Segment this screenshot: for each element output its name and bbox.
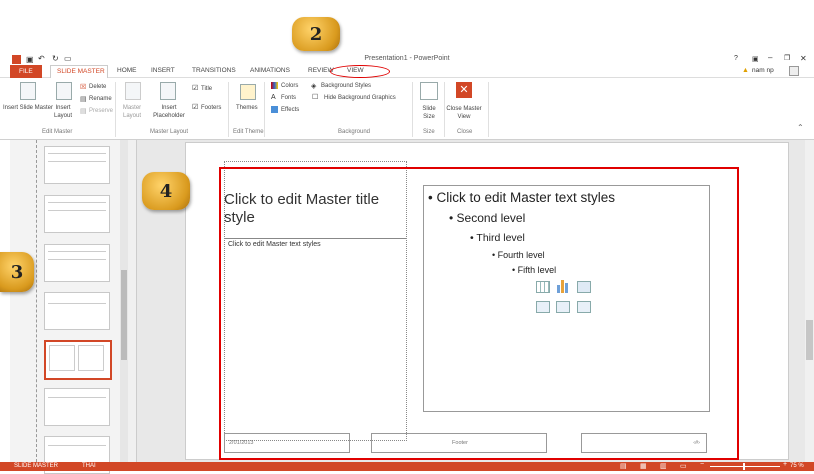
fonts-dropdown[interactable]: Fonts: [281, 95, 296, 101]
tab-slide-master[interactable]: SLIDE MASTER: [50, 65, 108, 78]
layout-thumbnail[interactable]: [44, 292, 110, 330]
rename-button[interactable]: Rename: [89, 96, 112, 102]
ribbon: Insert Slide Master Insert Layout ☒ Dele…: [0, 78, 814, 140]
delete-icon[interactable]: ☒: [80, 83, 86, 91]
zoom-slider-thumb[interactable]: [743, 463, 745, 470]
title-checkbox-label: Title: [201, 86, 213, 92]
ribbon-separator: [228, 82, 229, 137]
close-icon[interactable]: ✕: [800, 54, 807, 63]
footers-checkbox[interactable]: ☑: [192, 103, 198, 111]
collapse-ribbon-icon[interactable]: ⌃: [797, 123, 804, 132]
tab-home[interactable]: HOME: [117, 67, 137, 74]
insert-placeholder-button[interactable]: Insert Placeholder: [148, 104, 190, 120]
ribbon-tabs: FILE SLIDE MASTER HOME INSERT TRANSITION…: [0, 65, 814, 78]
title-checkbox[interactable]: ☑: [192, 84, 198, 92]
content-highlight-box: [219, 167, 739, 460]
group-background-label: Background: [338, 129, 371, 135]
group-master-layout-label: Master Layout: [150, 129, 189, 135]
footers-checkbox-label: Footers: [201, 105, 222, 111]
effects-icon[interactable]: [271, 106, 278, 113]
master-layout-button[interactable]: Master Layout: [117, 104, 147, 120]
hide-background-graphics-label: Hide Background Graphics: [324, 95, 396, 101]
tab-animations[interactable]: ANIMATIONS: [250, 67, 290, 74]
themes-icon[interactable]: [240, 84, 256, 100]
page-top-margin: [0, 0, 814, 55]
callout-badge: 4: [142, 172, 190, 210]
callout-badge: 3: [0, 252, 34, 292]
status-bar: SLIDE MASTER THAI ▤ ▦ ▥ ▭ − + 75 %: [0, 461, 814, 471]
layout-thumbnail[interactable]: [44, 195, 110, 233]
background-styles-dropdown[interactable]: Background Styles: [321, 83, 371, 89]
preserve-icon[interactable]: ▤: [80, 107, 87, 115]
colors-dropdown[interactable]: Colors: [281, 83, 298, 89]
splitter[interactable]: [128, 140, 137, 462]
vertical-scrollbar[interactable]: [805, 140, 814, 462]
thumbnail-tree-line: [36, 140, 37, 462]
group-size-label: Size: [423, 129, 435, 135]
slide-sorter-icon[interactable]: ▦: [640, 462, 647, 470]
help-button[interactable]: ?: [734, 55, 738, 62]
rename-icon[interactable]: ▤: [80, 95, 87, 103]
tab-file[interactable]: FILE: [10, 65, 42, 78]
colors-icon[interactable]: [271, 82, 278, 89]
user-name[interactable]: nam np: [752, 67, 774, 74]
zoom-out-icon[interactable]: −: [700, 461, 704, 468]
warning-icon: ▲: [742, 67, 749, 74]
preserve-button[interactable]: Preserve: [89, 108, 113, 114]
effects-dropdown[interactable]: Effects: [281, 107, 299, 113]
ribbon-separator: [444, 82, 445, 137]
delete-button[interactable]: Delete: [89, 84, 106, 90]
insert-slide-master-button[interactable]: Insert Slide Master: [2, 104, 54, 112]
slideshow-icon[interactable]: ▭: [680, 462, 687, 470]
close-master-view-button[interactable]: Close Master View: [446, 105, 482, 121]
ribbon-separator: [488, 82, 489, 137]
ribbon-separator: [264, 82, 265, 137]
language-label[interactable]: THAI: [82, 463, 96, 469]
group-edit-master-label: Edit Master: [42, 129, 73, 135]
ribbon-display-options-icon[interactable]: ▣: [752, 55, 759, 63]
insert-placeholder-icon[interactable]: [160, 82, 176, 100]
layout-thumbnail[interactable]: [44, 146, 110, 184]
zoom-in-icon[interactable]: +: [783, 461, 787, 468]
tab-transitions[interactable]: TRANSITIONS: [192, 67, 236, 74]
zoom-level[interactable]: 75 %: [790, 463, 804, 469]
layout-thumbnail[interactable]: [44, 244, 110, 282]
thumbnail-scrollbar-thumb[interactable]: [121, 270, 127, 360]
callout-badge: 2: [292, 17, 340, 51]
layout-thumbnail[interactable]: [44, 388, 110, 426]
view-tab-highlight-ellipse: [330, 65, 390, 78]
close-master-view-icon[interactable]: ✕: [456, 82, 472, 98]
reading-view-icon[interactable]: ▥: [660, 462, 667, 470]
vertical-scrollbar-thumb[interactable]: [806, 320, 813, 360]
slide-size-icon[interactable]: [420, 82, 438, 100]
tab-insert[interactable]: INSERT: [151, 67, 175, 74]
normal-view-icon[interactable]: ▤: [620, 462, 627, 470]
avatar[interactable]: [789, 66, 799, 76]
master-layout-icon[interactable]: [125, 82, 141, 100]
ribbon-separator: [115, 82, 116, 137]
zoom-slider[interactable]: [710, 463, 780, 470]
slide-thumbnail-pane[interactable]: [10, 140, 128, 474]
selected-layout-thumbnail[interactable]: [44, 340, 112, 380]
title-bar: ▣ ↶ ↻ ▭ Presentation1 - PowerPoint ? ▣ –…: [0, 53, 814, 65]
view-mode-label: SLIDE MASTER: [14, 463, 59, 469]
thumbnail-scrollbar[interactable]: [120, 140, 128, 462]
insert-slide-master-icon[interactable]: [20, 82, 36, 100]
fonts-icon[interactable]: A: [271, 94, 276, 101]
background-styles-icon[interactable]: ◈: [311, 82, 316, 90]
slide-size-button[interactable]: Slide Size: [418, 105, 440, 121]
insert-layout-icon[interactable]: [56, 82, 72, 100]
group-edit-theme-label: Edit Theme: [233, 129, 264, 135]
themes-button[interactable]: Themes: [236, 105, 258, 111]
hide-background-graphics-checkbox[interactable]: ☐: [312, 93, 318, 101]
window-title: Presentation1 - PowerPoint: [364, 55, 450, 62]
ribbon-separator: [412, 82, 413, 137]
insert-layout-button[interactable]: Insert Layout: [48, 104, 78, 120]
minimize-icon[interactable]: –: [768, 53, 772, 62]
restore-icon[interactable]: ❐: [784, 54, 790, 62]
group-close-label: Close: [457, 129, 473, 135]
